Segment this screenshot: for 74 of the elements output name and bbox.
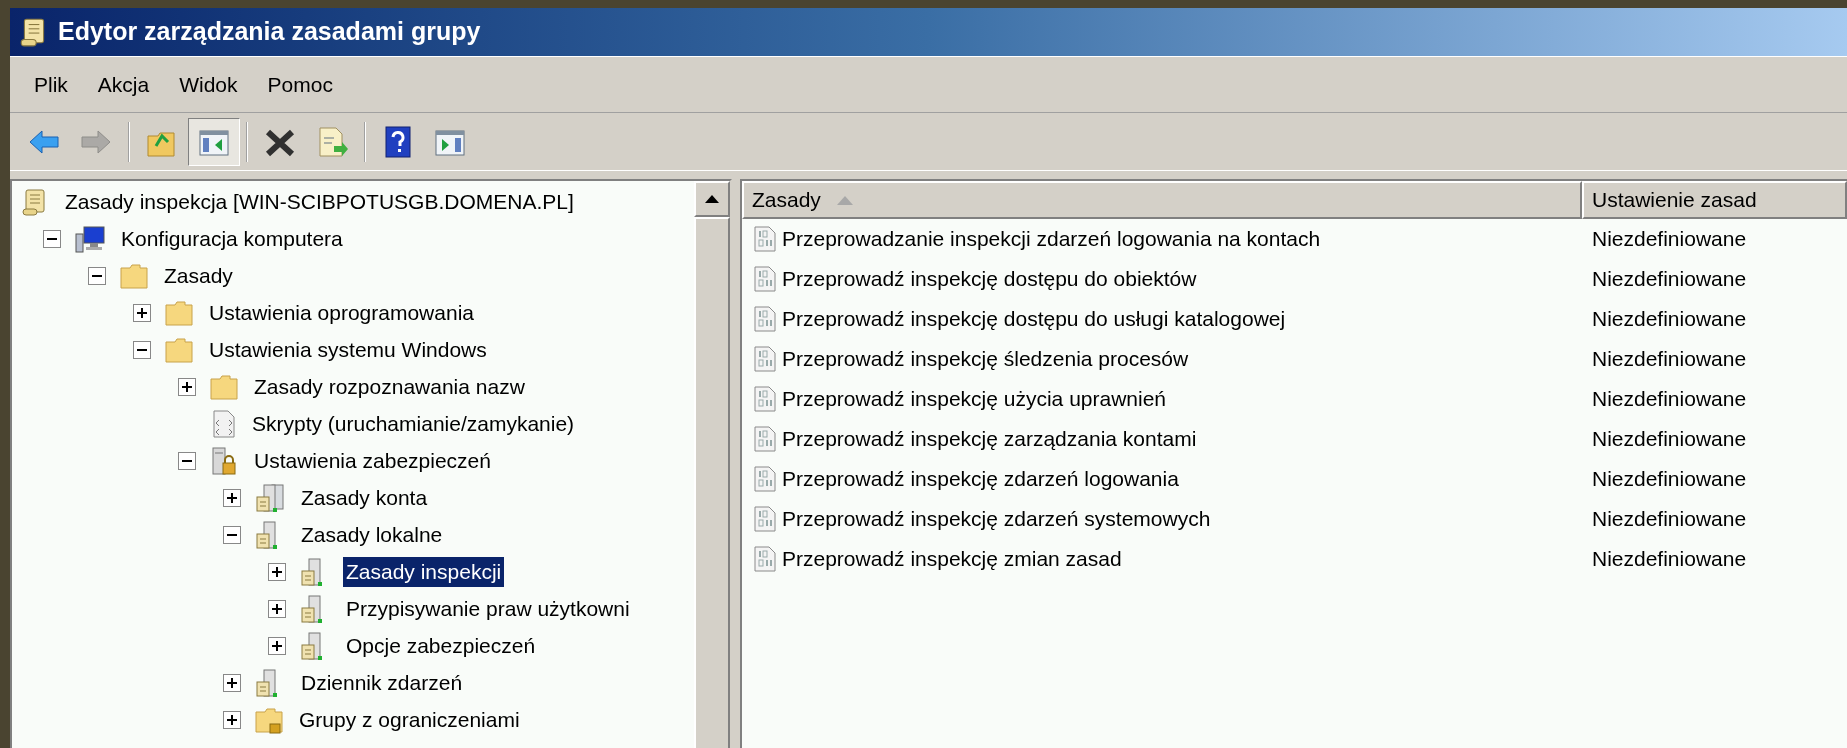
tree-item[interactable]: Opcje zabezpieczeń [343,630,539,661]
folder-icon [119,261,149,290]
menu-item[interactable]: Plik [24,64,78,105]
policy-setting: Niezdefiniowane [1591,346,1747,373]
expand-icon[interactable] [222,709,242,730]
policy-icon [752,265,778,293]
locked-folder-icon [254,705,284,734]
menu-item[interactable]: Pomoc [257,64,343,105]
expand-icon[interactable] [222,487,242,508]
policy-name[interactable]: Przeprowadź inspekcję zmian zasad [782,543,1122,575]
script-icon [211,408,237,439]
folder-icon [164,335,194,364]
policy-setting: Niezdefiniowane [1591,466,1747,493]
tree-item[interactable]: Ustawienia systemu Windows [206,334,490,365]
tree-item[interactable]: Zasady lokalne [298,519,446,550]
policy-name[interactable]: Przeprowadź inspekcję zdarzeń systemowych [782,503,1211,535]
policy-setting: Niezdefiniowane [1591,266,1747,293]
tree-item[interactable]: Zasady inspekcja [WIN-SCIBPOTUSGB.DOMENA.PL] [62,186,577,217]
policy-setting: Niezdefiniowane [1591,426,1747,453]
policy-icon [752,305,778,333]
tree-item[interactable]: Przypisywanie praw użytkowni [343,593,633,624]
expand-icon[interactable] [267,561,287,582]
folder-icon [164,298,194,327]
policy-name[interactable]: Przeprowadź inspekcję dostępu do obiektów [782,263,1197,295]
expand-icon[interactable] [267,598,287,619]
policy-icon [752,465,778,493]
up-arrow-icon [705,195,719,203]
menu-item[interactable]: Widok [169,64,248,105]
policy-name[interactable]: Przeprowadź inspekcję użycia uprawnień [782,383,1167,415]
tree-item[interactable]: Ustawienia oprogramowania [206,297,477,328]
policy-name[interactable]: Przeprowadź inspekcję zarządzania kontami [782,423,1197,455]
policy-setting: Niezdefiniowane [1591,386,1747,413]
collapse-icon[interactable] [222,524,242,545]
folder-icon [209,372,239,401]
tree-item[interactable]: Zasady [161,260,236,291]
tree-item[interactable]: Konfiguracja komputera [118,223,346,254]
expand-icon[interactable] [177,376,197,397]
servers-icon [254,481,286,514]
collapse-icon[interactable] [177,450,197,471]
scroll-up-button[interactable] [694,181,730,217]
policy-setting: Niezdefiniowane [1591,226,1747,253]
policy-icon [752,385,778,413]
policy-setting: Niezdefiniowane [1591,306,1747,333]
menu-item[interactable]: Akcja [87,64,160,105]
column-header[interactable]: Zasady [742,181,1582,219]
collapse-icon[interactable] [132,339,152,360]
tree-item[interactable]: Zasady inspekcji [343,556,505,587]
policy-icon [752,225,778,253]
computer-icon [74,223,106,254]
sort-ascending-icon [836,195,853,205]
policy-icon [752,505,778,533]
policy-name[interactable]: Przeprowadź inspekcję dostępu do usługi katalogowej [782,303,1286,335]
server-lock-icon [209,445,239,476]
policy-name[interactable]: Przeprowadzanie inspekcji zdarzeń logowania na kontach [782,223,1321,255]
window-title: Edytor zarządzania zasadami grupy [58,16,481,48]
policy-icon [752,545,778,573]
tree-item[interactable]: Grupy z ograniczeniami [296,704,523,735]
tree-item[interactable]: Skrypty (uruchamianie/zamykanie) [249,408,578,439]
tree-item[interactable]: Ustawienia zabezpieczeń [251,445,494,476]
policy-name[interactable]: Przeprowadź inspekcję śledzenia procesów [782,343,1189,375]
policy-icon [752,425,778,453]
policy-setting: Niezdefiniowane [1591,506,1747,533]
policy-setting: Niezdefiniowane [1591,546,1747,573]
tree-item[interactable]: Dziennik zdarzeń [298,667,466,698]
expand-icon[interactable] [222,672,242,693]
policy-name[interactable]: Przeprowadź inspekcję zdarzeń logowania [782,463,1179,495]
column-header[interactable]: Ustawienie zasad [1582,181,1847,219]
collapse-icon[interactable] [87,265,107,286]
expand-icon[interactable] [132,302,152,323]
policy-icon [752,345,778,373]
expand-icon[interactable] [267,635,287,656]
tree-item[interactable]: Zasady konta [298,482,431,513]
collapse-icon[interactable] [42,228,62,249]
tree-item[interactable]: Zasady rozpoznawania nazw [251,371,528,402]
